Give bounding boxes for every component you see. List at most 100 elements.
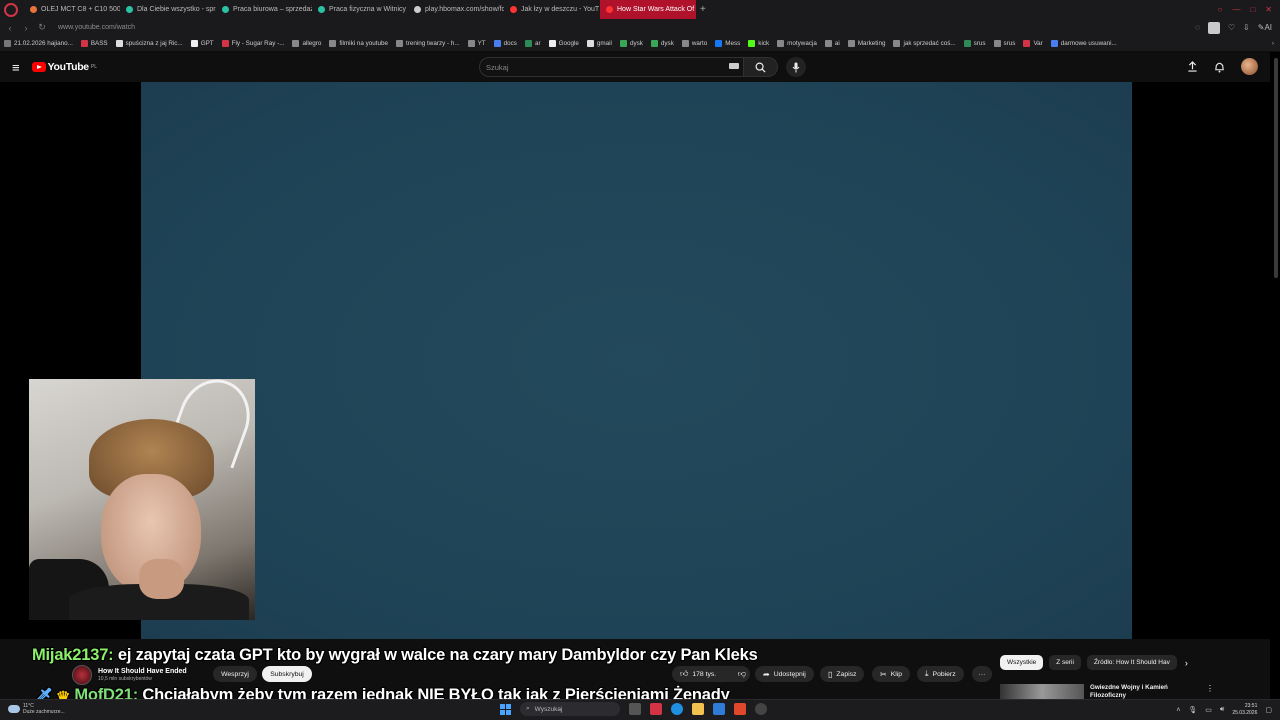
bookmark-item[interactable]: YT xyxy=(467,40,486,47)
reload-icon[interactable]: ↻ xyxy=(36,22,48,33)
bookmark-item[interactable]: darmowe usuwani... xyxy=(1050,40,1117,47)
download-button[interactable]: ⤓ Pobierz xyxy=(917,666,964,682)
bookmark-item[interactable]: srus xyxy=(963,40,986,47)
voice-search-button[interactable] xyxy=(786,57,806,77)
rec-thumbnail[interactable] xyxy=(1000,684,1084,700)
bookmark-item[interactable]: trening twarzy - h... xyxy=(396,40,460,47)
opera-logo-icon[interactable] xyxy=(4,2,18,17)
clock[interactable]: 23:51 25.03.2026 xyxy=(1232,703,1257,717)
video-player[interactable] xyxy=(141,82,1132,639)
rec-menu-icon[interactable]: ⋮ xyxy=(1206,684,1214,700)
subscriber-count: 10,5 mln subskrybentów xyxy=(98,676,152,682)
bookmark-item[interactable]: filmiki na youtube xyxy=(329,40,388,47)
channel-name[interactable]: How It Should Have Ended xyxy=(98,668,187,675)
chip-all[interactable]: Wszystkie xyxy=(1000,655,1044,670)
obs-icon[interactable] xyxy=(755,703,767,715)
recommended-video[interactable]: Gwiezdne Wojny i Kamień Filozoficzny ⋮ xyxy=(1000,684,1214,700)
chip-series[interactable]: Z serii xyxy=(1049,655,1081,670)
bookmark-item[interactable]: dysk xyxy=(650,40,674,47)
bookmark-icon xyxy=(586,40,594,47)
chat-icon[interactable]: ◌ xyxy=(1195,23,1200,32)
url-field[interactable]: www.youtube.com/watch xyxy=(58,24,135,31)
thumbs-down-icon[interactable]: 👎︎ xyxy=(738,669,746,679)
bookmark-item[interactable]: Fly - Sugar Ray -... xyxy=(221,40,284,47)
browser-tab[interactable]: Praca fizyczna w Witnicy xyxy=(312,0,408,19)
browser-tab[interactable]: OLEJ MCT C8 + C10 500 xyxy=(24,0,120,19)
profile-avatar[interactable] xyxy=(1207,21,1220,34)
weather-widget[interactable]: 11°C Duże zachmurze... xyxy=(8,703,65,715)
bookmark-item[interactable]: gmail xyxy=(586,40,612,47)
back-icon[interactable]: ‹ xyxy=(4,23,16,33)
more-actions-button[interactable]: ··· xyxy=(972,666,992,682)
upload-icon[interactable] xyxy=(1187,61,1198,72)
bookmark-item[interactable]: warto xyxy=(681,40,707,47)
close-window-button[interactable]: ✕ xyxy=(1265,5,1272,14)
bookmark-item[interactable]: kick xyxy=(748,40,769,47)
bookmark-item[interactable]: docs xyxy=(493,40,517,47)
hamburger-menu-icon[interactable]: ≡ xyxy=(12,60,20,75)
save-button[interactable]: ▯ Zapisz xyxy=(820,666,865,682)
minimize-button[interactable]: — xyxy=(1232,5,1240,14)
new-tab-button[interactable]: + xyxy=(700,4,706,15)
opera-taskbar-icon[interactable] xyxy=(650,703,662,715)
chip-source[interactable]: Źródło: How It Should Hav xyxy=(1086,655,1177,670)
youtube-logo[interactable]: YouTube PL xyxy=(31,61,97,73)
bookmark-item[interactable]: spuścizna z jaj Ric... xyxy=(115,40,183,47)
subscribe-button[interactable]: Subskrybuj xyxy=(262,666,312,682)
browser-tab[interactable]: play.hbomax.com/show/fc xyxy=(408,0,504,19)
edge-icon[interactable] xyxy=(671,703,683,715)
bookmark-item[interactable]: BASS xyxy=(80,40,108,47)
bookmark-item[interactable]: jak sprzedać coś... xyxy=(893,40,956,47)
search-input[interactable] xyxy=(479,57,744,77)
maximize-button[interactable]: □ xyxy=(1250,5,1255,14)
notifications-bell-icon[interactable] xyxy=(1214,61,1225,73)
windows-start-icon[interactable] xyxy=(500,703,511,715)
channel-avatar[interactable] xyxy=(72,665,92,685)
bookmark-item[interactable]: GPT xyxy=(190,40,214,47)
bookmark-item[interactable]: ai xyxy=(824,40,840,47)
bookmarks-more-icon[interactable]: › xyxy=(1272,40,1280,47)
keyboard-icon[interactable] xyxy=(729,63,739,69)
browser-tab[interactable]: Praca biurowa – sprzedaż xyxy=(216,0,312,19)
bookmark-item[interactable]: Marketing xyxy=(847,40,885,47)
mic-tray-icon[interactable]: 🎙︎ xyxy=(1188,706,1197,714)
support-button[interactable]: Wesprzyj xyxy=(213,666,257,682)
bookmark-item[interactable]: 21.02.2026 hajiano... xyxy=(4,40,73,47)
bookmark-item[interactable]: allegro xyxy=(292,40,321,47)
bookmark-item[interactable]: Mess xyxy=(715,40,740,47)
rec-title[interactable]: Gwiezdne Wojny i Kamień Filozoficzny xyxy=(1090,684,1180,700)
tray-chevron-icon[interactable]: ˄ xyxy=(1176,707,1180,714)
search-button[interactable] xyxy=(744,57,778,77)
file-explorer-icon[interactable] xyxy=(692,703,704,715)
store-icon[interactable] xyxy=(713,703,725,715)
ai-button[interactable]: ✎AI xyxy=(1258,23,1272,32)
heart-icon[interactable]: ♡ xyxy=(1228,23,1235,32)
share-button[interactable]: ➦ Udostępnij xyxy=(755,666,814,682)
bookmark-item[interactable]: Google xyxy=(548,40,579,47)
thumbs-up-icon[interactable]: 👍︎ xyxy=(680,669,688,679)
like-count[interactable]: 178 tys. xyxy=(692,671,716,678)
bookmark-item[interactable]: motywacja xyxy=(777,40,817,47)
forward-icon[interactable]: › xyxy=(20,23,32,33)
chevron-right-icon[interactable]: › xyxy=(1185,658,1188,668)
volume-icon[interactable]: 🔊︎ xyxy=(1220,706,1224,714)
notifications-icon[interactable]: ▢ xyxy=(1265,706,1272,714)
brave-icon[interactable] xyxy=(734,703,746,715)
browser-tab[interactable]: How Star Wars Attack Of✕ xyxy=(600,0,696,19)
network-icon[interactable]: ▭ xyxy=(1205,706,1212,714)
window-controls: ○ — □ ✕ xyxy=(1218,5,1280,14)
account-avatar[interactable] xyxy=(1241,58,1258,75)
browser-tab[interactable]: Jak łzy w deszczu - YouT xyxy=(504,0,600,19)
bookmark-item[interactable]: Var xyxy=(1023,40,1043,47)
browser-tab[interactable]: Dla Ciebie wszystko - sprz xyxy=(120,0,216,19)
clip-button[interactable]: ✂ Klip xyxy=(872,666,911,682)
download-icon[interactable]: ⇩ xyxy=(1243,23,1250,32)
bookmark-item[interactable]: ar xyxy=(524,40,541,47)
taskbar-search[interactable]: ⌕ Wyszukaj xyxy=(520,702,620,716)
bookmark-item[interactable]: srus xyxy=(993,40,1015,47)
bookmark-item[interactable]: dysk xyxy=(619,40,643,47)
page-scrollbar[interactable] xyxy=(1274,58,1278,278)
search-icon[interactable]: ○ xyxy=(1218,5,1223,14)
task-view-icon[interactable] xyxy=(629,703,641,715)
weather-info: 11°C Duże zachmurze... xyxy=(23,703,65,715)
